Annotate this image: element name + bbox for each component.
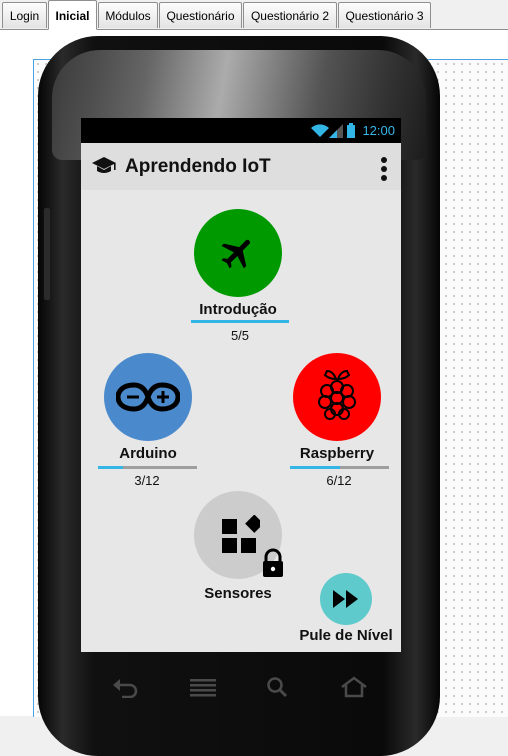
airplane-icon — [221, 239, 250, 269]
arduino-progress-bar — [98, 466, 197, 469]
arduino-circle[interactable] — [104, 353, 192, 441]
menu-icon[interactable] — [190, 678, 216, 698]
raspberry-progress-count: 6/12 — [326, 473, 352, 488]
raspberry-icon — [318, 369, 356, 420]
raspberry-progress-bar — [290, 466, 389, 469]
raspberry-label: Raspberry — [299, 445, 375, 462]
search-icon[interactable] — [266, 676, 288, 698]
intro-circle[interactable] — [194, 209, 282, 297]
back-icon[interactable] — [112, 676, 140, 698]
widgets-icon — [222, 515, 260, 553]
battery-icon — [347, 123, 355, 138]
phone-screen: 12:00 Aprendendo IoT Introdução 5/5 Ardu… — [81, 118, 401, 652]
more-vert-icon[interactable] — [378, 156, 390, 182]
status-bar: 12:00 — [81, 118, 401, 143]
arduino-icon — [116, 382, 180, 412]
app-title: Aprendendo IoT — [125, 156, 271, 177]
tab-questionario[interactable]: Questionário — [159, 2, 242, 28]
skip-level-label: Pule de Nível — [299, 627, 393, 644]
intro-progress-bar — [191, 320, 289, 323]
tab-modulos[interactable]: Módulos — [98, 2, 158, 28]
signal-icon — [329, 124, 343, 138]
sensores-label: Sensores — [204, 585, 272, 602]
home-icon[interactable] — [340, 676, 368, 698]
intro-label: Introdução — [199, 301, 277, 318]
tab-questionario-3[interactable]: Questionário 3 — [338, 2, 431, 28]
phone-side-button — [44, 208, 50, 300]
tab-inicial[interactable]: Inicial — [48, 0, 97, 30]
raspberry-circle[interactable] — [293, 353, 381, 441]
status-time: 12:00 — [362, 123, 395, 138]
phone-nav-bar — [60, 676, 390, 716]
graduation-cap-icon — [92, 157, 116, 173]
skip-level-circle[interactable] — [320, 573, 372, 625]
fast-forward-icon — [333, 590, 358, 608]
arduino-label: Arduino — [119, 445, 177, 462]
wifi-icon — [311, 124, 329, 137]
app-bar: Aprendendo IoT — [81, 143, 401, 190]
intro-progress-count: 5/5 — [230, 328, 250, 343]
tab-bar: Login Inicial Módulos Questionário Quest… — [0, 0, 508, 30]
arduino-progress-count: 3/12 — [134, 473, 160, 488]
tab-login[interactable]: Login — [2, 2, 47, 28]
lock-icon — [263, 548, 283, 577]
tab-questionario-2[interactable]: Questionário 2 — [243, 2, 337, 28]
